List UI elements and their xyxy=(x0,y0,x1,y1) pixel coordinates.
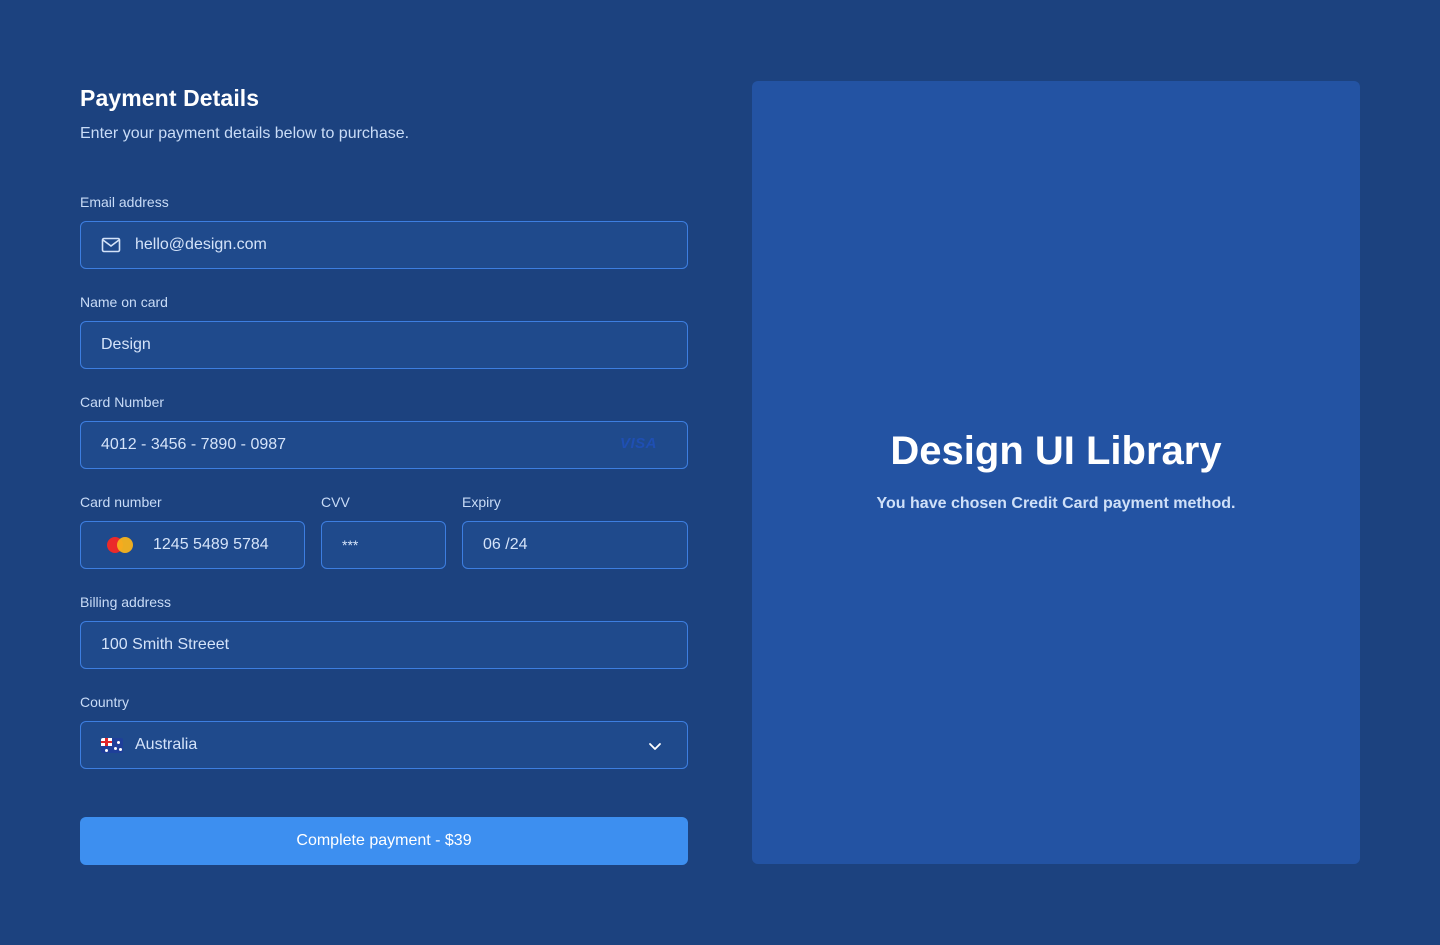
billing-address-label: Billing address xyxy=(80,594,172,610)
australia-flag-icon xyxy=(101,737,123,753)
panel-subtitle: You have chosen Credit Card payment meth… xyxy=(876,495,1236,512)
mastercard-icon xyxy=(107,537,135,553)
country-label: Country xyxy=(80,694,130,710)
card-number-field[interactable]: 4012 - 3456 - 7890 - 0987 VISA xyxy=(80,421,688,469)
page-title: Payment Details xyxy=(80,85,260,111)
country-value: Australia xyxy=(135,736,198,753)
card-number-short-value: 1245 5489 5784 xyxy=(153,536,269,553)
name-on-card-value: Design xyxy=(101,336,151,353)
email-field[interactable]: hello@design.com xyxy=(80,221,688,269)
chevron-down-icon[interactable] xyxy=(647,738,663,754)
expiry-value: 06 /24 xyxy=(483,536,528,553)
billing-address-field[interactable]: 100 Smith Streeet xyxy=(80,621,688,669)
panel-title: Design UI Library xyxy=(890,429,1222,473)
billing-address-value: 100 Smith Streeet xyxy=(101,636,230,653)
expiry-field[interactable]: 06 /24 xyxy=(462,521,688,569)
page-subtitle: Enter your payment details below to purc… xyxy=(80,125,410,142)
name-on-card-label: Name on card xyxy=(80,294,168,310)
mail-icon xyxy=(101,235,121,255)
cvv-value: *** xyxy=(342,537,359,553)
email-label: Email address xyxy=(80,194,169,210)
cvv-field[interactable]: *** xyxy=(321,521,446,569)
info-panel: Design UI Library You have chosen Credit… xyxy=(752,81,1360,864)
name-on-card-field[interactable]: Design xyxy=(80,321,688,369)
card-number-short-field[interactable]: 1245 5489 5784 xyxy=(80,521,305,569)
card-number-short-label: Card number xyxy=(80,494,162,510)
country-select[interactable]: Australia xyxy=(80,721,688,769)
cvv-label: CVV xyxy=(321,494,350,510)
card-number-value: 4012 - 3456 - 7890 - 0987 xyxy=(101,436,287,453)
complete-payment-button[interactable]: Complete payment - $39 xyxy=(80,817,688,865)
email-value: hello@design.com xyxy=(135,236,267,253)
card-number-label: Card Number xyxy=(80,394,165,410)
visa-icon: VISA xyxy=(619,435,657,452)
expiry-label: Expiry xyxy=(462,494,501,510)
